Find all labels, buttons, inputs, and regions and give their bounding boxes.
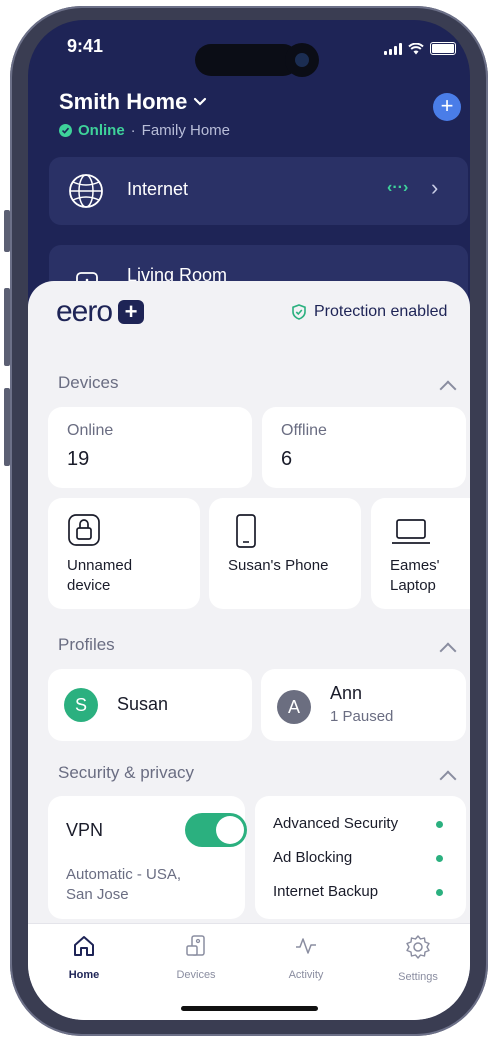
vpn-location-line1: Automatic - USA, [66, 866, 182, 883]
feature-internet-backup: Internet Backup [273, 883, 379, 900]
volume-down-button [4, 388, 10, 466]
settings-icon [406, 935, 430, 959]
device-name: Eames' Laptop [390, 556, 440, 596]
internet-label: Internet [127, 179, 189, 199]
avatar: A [277, 690, 311, 724]
device-card-unnamed[interactable]: Unnamed device [48, 498, 200, 609]
eero-plus-logo: eero + [56, 295, 145, 328]
vpn-location: Automatic - USA, San Jose [66, 865, 181, 905]
profile-card-ann[interactable]: A Ann 1 Paused [261, 669, 466, 741]
device-name-line2: device [67, 577, 111, 594]
network-type: Family Home [141, 122, 231, 139]
action-button [4, 210, 10, 252]
feature-ad-blocking: Ad Blocking [273, 849, 353, 866]
profiles-heading: Profiles [58, 635, 115, 654]
lock-icon [68, 514, 100, 546]
phone-screen: 9:41 Smith Home Online · Family Home + I… [28, 20, 470, 1020]
feature-status-dot [436, 821, 443, 828]
devices-heading: Devices [58, 373, 119, 392]
chevron-down-icon [194, 97, 207, 106]
internet-card[interactable]: Internet ‹··› › [49, 157, 468, 225]
chevron-right-icon: › [431, 175, 439, 200]
tab-label: Activity [288, 969, 324, 981]
shield-check-icon [292, 304, 306, 320]
dynamic-island [195, 44, 299, 76]
device-name: Susan's Phone [228, 556, 328, 576]
battery-icon [430, 42, 456, 55]
online-devices-card[interactable]: Online 19 [48, 407, 252, 488]
vpn-location-line2: San Jose [66, 886, 129, 903]
feature-status-dot [436, 889, 443, 896]
camera-icon [285, 43, 319, 77]
collapse-security-icon[interactable] [439, 770, 457, 788]
volume-up-button [4, 288, 10, 366]
status-separator: · [130, 122, 136, 139]
feature-advanced-security: Advanced Security [273, 815, 399, 832]
offline-devices-card[interactable]: Offline 6 [262, 407, 466, 488]
device-name-line1: Unnamed [67, 557, 133, 574]
tab-activity[interactable]: Activity [266, 934, 346, 981]
tab-label: Devices [176, 969, 216, 981]
profile-name: Susan [117, 694, 169, 714]
protection-label: Protection enabled [314, 303, 448, 320]
tab-settings[interactable]: Settings [378, 934, 458, 983]
vpn-card[interactable]: VPN Automatic - USA, San Jose [48, 796, 247, 919]
security-features-card[interactable]: Advanced Security Ad Blocking Internet B… [255, 796, 466, 919]
home-indicator[interactable] [181, 1006, 318, 1011]
avatar: S [64, 688, 98, 722]
online-status: Online [78, 122, 125, 139]
collapse-devices-icon[interactable] [439, 380, 457, 398]
phone-icon [236, 514, 256, 548]
profile-status: 1 Paused [330, 708, 394, 725]
laptop-icon [392, 519, 430, 544]
device-name-line1: Susan's Phone [228, 557, 329, 574]
toggle-knob [216, 816, 244, 844]
online-count: 19 [67, 448, 90, 470]
home-name: Smith Home [59, 89, 188, 114]
tab-label: Home [68, 969, 100, 981]
check-circle-icon [59, 124, 72, 137]
device-card-eames-laptop[interactable]: Eames' Laptop [371, 498, 470, 609]
device-name-line1: Eames' [390, 557, 440, 574]
home-icon [74, 936, 94, 956]
online-label: Online [67, 422, 114, 439]
tab-home[interactable]: Home [44, 934, 124, 981]
device-name-line2: Laptop [390, 577, 436, 594]
globe-icon [69, 174, 103, 208]
tab-devices[interactable]: Devices [156, 934, 236, 981]
collapse-profiles-icon[interactable] [439, 642, 457, 660]
vpn-label: VPN [66, 820, 104, 840]
brand-wordmark: eero [56, 295, 113, 328]
dashboard-sheet: eero + Protection enabled Devices Online… [28, 281, 470, 1020]
protection-status[interactable]: Protection enabled [292, 303, 447, 321]
tab-label: Settings [398, 971, 438, 983]
feature-status-dot [436, 855, 443, 862]
profile-card-susan[interactable]: S Susan [48, 669, 252, 741]
status-icons [384, 42, 456, 55]
signal-icon [384, 43, 402, 55]
status-time: 9:41 [67, 36, 104, 56]
device-name: Unnamed device [67, 556, 132, 596]
wifi-icon [408, 43, 424, 55]
offline-count: 6 [281, 448, 293, 470]
add-button[interactable]: + [433, 93, 461, 121]
security-heading: Security & privacy [58, 763, 195, 782]
profile-name: Ann [330, 683, 363, 703]
device-card-susans-phone[interactable]: Susan's Phone [209, 498, 361, 609]
vpn-toggle[interactable] [185, 813, 247, 847]
connection-status-icon: ‹··› [387, 179, 409, 196]
activity-icon [296, 938, 316, 954]
brand-plus-badge: + [118, 300, 145, 324]
devices-icon [186, 935, 205, 956]
network-status: Online · Family Home [59, 122, 230, 139]
home-selector[interactable]: Smith Home [59, 89, 207, 115]
offline-label: Offline [281, 422, 327, 439]
